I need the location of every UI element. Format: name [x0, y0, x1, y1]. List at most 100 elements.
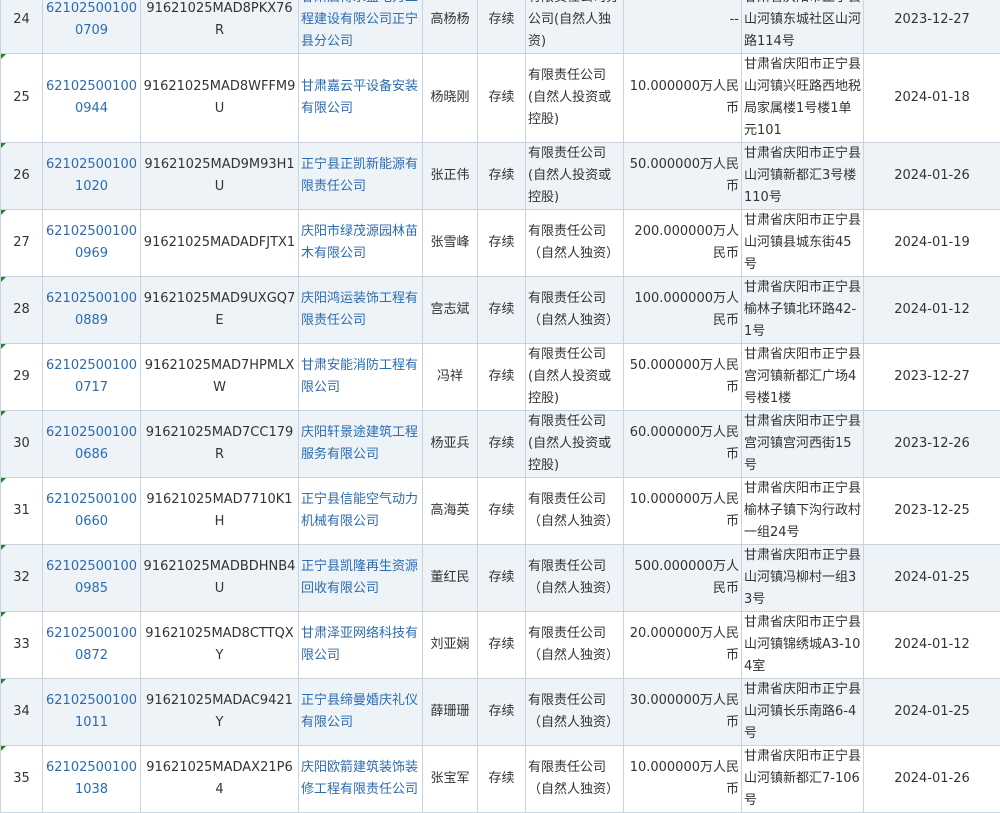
registration-number-cell: 621025001000872: [43, 612, 141, 679]
table-row: 3462102500100101191621025MADAC9421Y正宁县缔曼…: [1, 679, 1000, 746]
row-number-cell: 26: [1, 143, 43, 210]
company-type-cell: 有限责任公司(自然人投资或控股): [526, 54, 624, 143]
credit-code-cell: 91621025MAD8PKX76R: [141, 0, 299, 54]
company-name-cell: 甘肃启博永盛电力工程建设有限公司正宁县分公司: [299, 0, 423, 54]
status-cell: 存续: [478, 679, 526, 746]
table-row: 2762102500100096991621025MADADFJTX1庆阳市绿茂…: [1, 210, 1000, 277]
registered-capital-cell: 30.000000万人民币: [624, 679, 742, 746]
company-name-link[interactable]: 庆阳市绿茂源园林苗木有限公司: [301, 221, 420, 265]
company-type-cell: 有限责任公司（自然人独资）: [526, 545, 624, 612]
registration-number-link[interactable]: 621025001000985: [46, 559, 137, 596]
registration-number-link[interactable]: 621025001000944: [46, 79, 137, 116]
company-name-link[interactable]: 庆阳鸿运装饰工程有限责任公司: [301, 288, 420, 332]
row-number-cell: 27: [1, 210, 43, 277]
establish-date: 2024-01-19: [894, 235, 970, 250]
registration-number-cell: 621025001000660: [43, 478, 141, 545]
legal-representative: 刘亚娴: [430, 637, 469, 652]
legal-representative-cell: 高杨杨: [423, 0, 478, 54]
company-name-link[interactable]: 甘肃嘉云平设备安装有限公司: [301, 76, 420, 120]
registration-number-link[interactable]: 621025001000889: [46, 291, 137, 328]
registration-number-link[interactable]: 621025001001020: [46, 157, 137, 194]
row-number-cell: 25: [1, 54, 43, 143]
row-marker-icon: [1, 143, 6, 148]
address-cell: 甘肃省庆阳市正宁县宫河镇宫河西街15号: [742, 411, 864, 478]
registered-capital: 10.000000万人民币: [626, 76, 739, 120]
address: 甘肃省庆阳市正宁县榆林子镇下沟行政村一组24号: [744, 478, 861, 544]
legal-representative-cell: 杨亚兵: [423, 411, 478, 478]
company-type-cell: 有限责任公司（自然人独资）: [526, 277, 624, 344]
registration-number-cell: 621025001000686: [43, 411, 141, 478]
company-type-cell: 有限责任公司（自然人独资）: [526, 746, 624, 813]
company-type: 有限责任公司(自然人投资或控股): [528, 411, 621, 477]
registered-capital-cell: 50.000000万人民币: [624, 143, 742, 210]
legal-representative: 薛珊珊: [430, 704, 469, 719]
registration-number-link[interactable]: 621025001001011: [46, 693, 137, 730]
registered-capital: 50.000000万人民币: [626, 355, 739, 399]
legal-representative: 杨亚兵: [430, 436, 469, 451]
status-text: 存续: [488, 570, 514, 585]
registered-capital-cell: 60.000000万人民币: [624, 411, 742, 478]
status-text: 存续: [488, 90, 514, 105]
address: 甘肃省庆阳市正宁县山河镇兴旺路西地税局家属楼1号楼1单元101: [744, 54, 861, 142]
address-cell: 甘肃省庆阳市正宁县榆林子镇北环路42-1号: [742, 277, 864, 344]
registered-capital: 60.000000万人民币: [626, 422, 739, 466]
address: 甘肃省庆阳市正宁县山河镇锦绣城A3-104室: [744, 612, 861, 678]
company-name-link[interactable]: 甘肃泽亚网络科技有限公司: [301, 623, 420, 667]
legal-representative: 宫志斌: [430, 302, 469, 317]
row-number: 32: [13, 570, 30, 585]
legal-representative: 张雪峰: [430, 235, 469, 250]
status-text: 存续: [488, 771, 514, 786]
registration-number-link[interactable]: 621025001000872: [46, 626, 137, 663]
company-name-cell: 甘肃安能消防工程有限公司: [299, 344, 423, 411]
credit-code: 91621025MAD7HPMLXW: [145, 358, 295, 395]
establish-date: 2024-01-18: [894, 90, 970, 105]
row-marker-icon: [1, 679, 6, 684]
company-type-cell: 有限责任公司(自然人投资或控股): [526, 143, 624, 210]
registration-number-link[interactable]: 621025001001038: [46, 760, 137, 797]
company-name-link[interactable]: 正宁县正凯新能源有限责任公司: [301, 154, 420, 198]
address-cell: 甘肃省庆阳市正宁县山河镇新都汇3号楼110号: [742, 143, 864, 210]
company-name-link[interactable]: 庆阳欧箭建筑装饰装修工程有限责任公司: [301, 757, 420, 801]
address-cell: 甘肃省庆阳市正宁县山河镇县城东街45号: [742, 210, 864, 277]
address: 甘肃省庆阳市正宁县山河镇新都汇3号楼110号: [744, 143, 861, 209]
credit-code: 91621025MAD8PKX76R: [146, 1, 292, 38]
row-number: 28: [13, 302, 30, 317]
company-name-cell: 正宁县凯隆再生资源回收有限公司: [299, 545, 423, 612]
row-number: 24: [13, 12, 30, 27]
registration-number-link[interactable]: 621025001000969: [46, 224, 137, 261]
registration-number-link[interactable]: 621025001000709: [46, 1, 137, 38]
row-marker-icon: [1, 54, 6, 59]
row-number: 26: [13, 168, 30, 183]
row-number-cell: 29: [1, 344, 43, 411]
registration-number-link[interactable]: 621025001000686: [46, 425, 137, 462]
company-type-cell: 有限责任公司（自然人独资）: [526, 612, 624, 679]
establish-date: 2024-01-26: [894, 771, 970, 786]
status-text: 存续: [488, 302, 514, 317]
address-cell: 甘肃省庆阳市正宁县山河镇锦绣城A3-104室: [742, 612, 864, 679]
row-number: 34: [13, 704, 30, 719]
company-name-link[interactable]: 庆阳轩景途建筑工程服务有限公司: [301, 422, 420, 466]
registration-number-link[interactable]: 621025001000717: [46, 358, 137, 395]
legal-representative-cell: 宫志斌: [423, 277, 478, 344]
company-name-link[interactable]: 正宁县凯隆再生资源回收有限公司: [301, 556, 420, 600]
company-name-link[interactable]: 正宁县信能空气动力机械有限公司: [301, 489, 420, 533]
credit-code: 91621025MAD7710K1H: [146, 492, 292, 529]
company-name-link[interactable]: 甘肃启博永盛电力工程建设有限公司正宁县分公司: [301, 0, 420, 53]
credit-code: 91621025MADBDHNB4U: [144, 559, 296, 596]
company-type-cell: 有限责任公司分公司(自然人独资): [526, 0, 624, 54]
registered-capital: 100.000000万人民币: [626, 288, 739, 332]
company-name-link[interactable]: 正宁县缔曼婚庆礼仪有限公司: [301, 690, 420, 734]
company-name-link[interactable]: 甘肃安能消防工程有限公司: [301, 355, 420, 399]
company-type: 有限责任公司（自然人独资）: [528, 221, 621, 265]
company-type: 有限责任公司(自然人投资或控股): [528, 65, 621, 131]
registration-number-link[interactable]: 621025001000660: [46, 492, 137, 529]
registered-capital: 20.000000万人民币: [626, 623, 739, 667]
registered-capital-cell: 100.000000万人民币: [624, 277, 742, 344]
company-name-cell: 正宁县正凯新能源有限责任公司: [299, 143, 423, 210]
address-cell: 甘肃省庆阳市正宁县榆林子镇下沟行政村一组24号: [742, 478, 864, 545]
table-row: 3562102500100103891621025MADAX21P64庆阳欧箭建…: [1, 746, 1000, 813]
registered-capital-cell: 10.000000万人民币: [624, 746, 742, 813]
company-type-cell: 有限责任公司(自然人投资或控股): [526, 344, 624, 411]
registered-capital: 500.000000万人民币: [626, 556, 739, 600]
table-row: 2662102500100102091621025MAD9M93H1U正宁县正凯…: [1, 143, 1000, 210]
